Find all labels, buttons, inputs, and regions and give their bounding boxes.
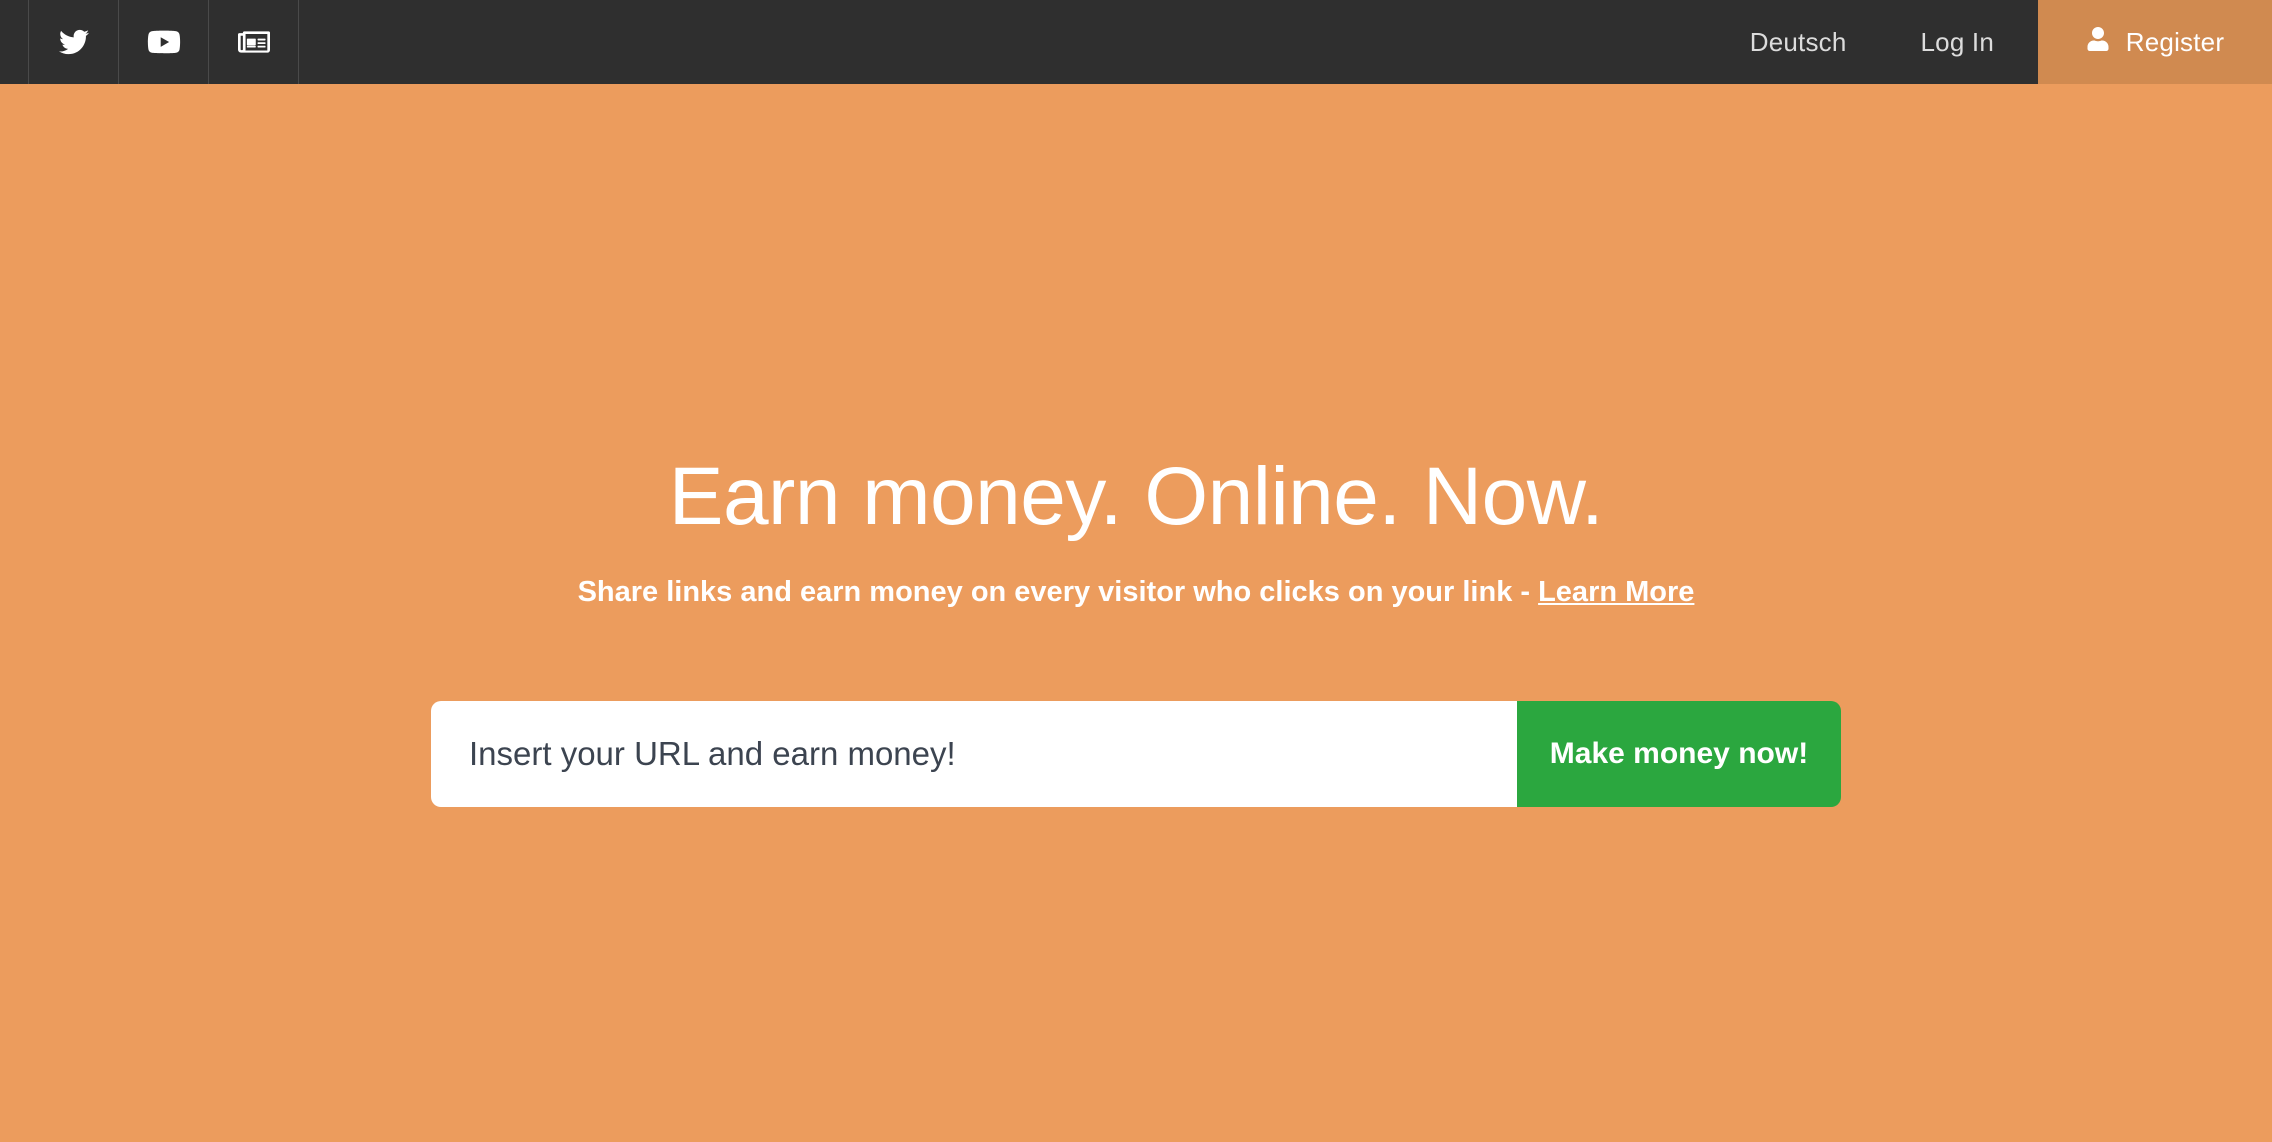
top-navigation-bar: Deutsch Log In Register <box>0 0 2272 84</box>
page-title: Earn money. Online. Now. <box>668 451 1604 542</box>
social-link-news[interactable] <box>208 0 299 84</box>
language-selector[interactable]: Deutsch <box>1681 0 1877 84</box>
hero-subtitle: Share links and earn money on every visi… <box>578 576 1695 609</box>
twitter-icon <box>58 27 89 57</box>
flag-de-icon <box>1707 27 1737 57</box>
social-link-youtube[interactable] <box>118 0 209 84</box>
social-links-group <box>28 0 299 84</box>
login-button[interactable]: Log In <box>1877 0 2039 84</box>
youtube-icon <box>147 25 181 59</box>
url-shortener-form: Make money now! <box>431 701 1841 807</box>
learn-more-link[interactable]: Learn More <box>1538 576 1694 608</box>
url-input[interactable] <box>431 701 1517 807</box>
header-actions: Deutsch Log In Register <box>1681 0 2272 84</box>
news-icon <box>237 26 270 58</box>
user-icon <box>2086 26 2110 58</box>
make-money-button[interactable]: Make money now! <box>1517 701 1841 807</box>
hero-subtitle-text: Share links and earn money on every visi… <box>577 576 1539 608</box>
login-label: Log In <box>1920 26 1994 57</box>
language-label: Deutsch <box>1749 26 1847 57</box>
register-label: Register <box>2125 26 2225 57</box>
social-link-twitter[interactable] <box>28 0 119 84</box>
register-button[interactable]: Register <box>2038 0 2272 84</box>
hero-section: Earn money. Online. Now. Share links and… <box>0 84 2272 1142</box>
